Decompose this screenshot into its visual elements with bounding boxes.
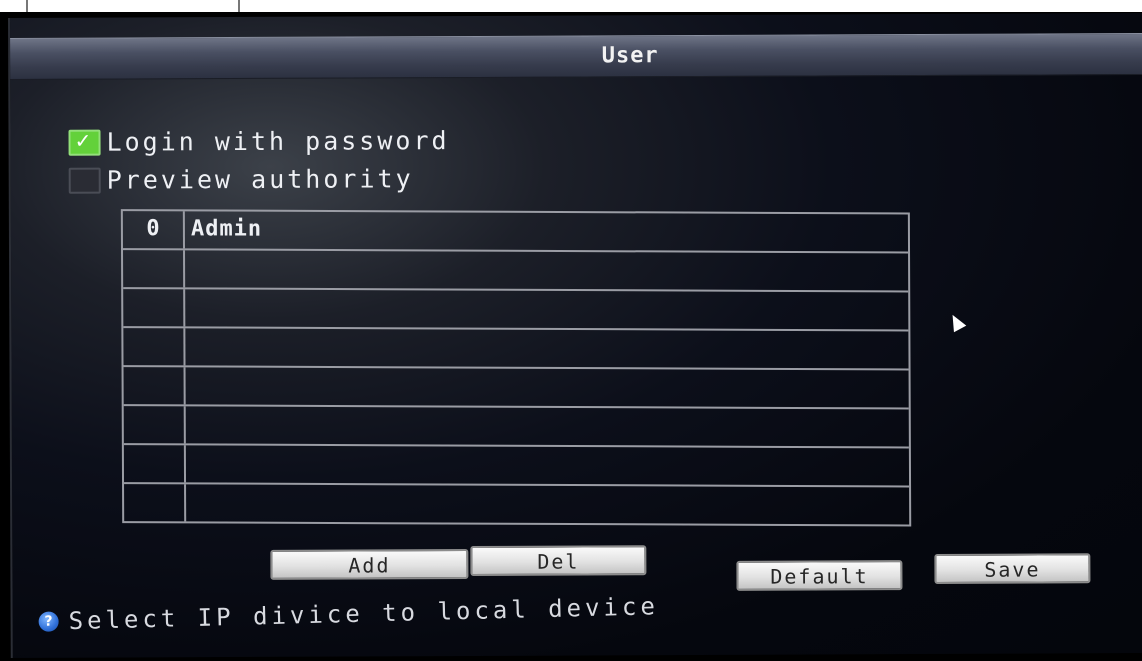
user-name-cell [186, 367, 909, 407]
preview-authority-option[interactable]: Preview authority [68, 164, 414, 195]
dvr-screen: User × ✓ Login with password Preview aut… [0, 12, 1142, 661]
user-index-cell [123, 445, 187, 483]
help-status-line: ? Select IP divice to local device [38, 592, 659, 636]
user-index-cell [123, 367, 186, 405]
user-window: User × ✓ Login with password Preview aut… [8, 13, 1142, 658]
save-button[interactable]: Save [934, 553, 1091, 584]
table-row[interactable] [123, 445, 910, 488]
user-name-cell [185, 250, 908, 290]
user-name-cell [185, 289, 908, 329]
help-icon: ? [38, 611, 59, 632]
user-name-cell: Admin [190, 216, 263, 242]
preview-authority-label: Preview authority [106, 164, 414, 195]
login-with-password-checkbox[interactable]: ✓ [68, 128, 101, 156]
user-list-table: 0 Admin [120, 209, 912, 527]
user-name-cell [186, 406, 909, 446]
user-index-cell [123, 250, 186, 288]
user-index-cell [123, 406, 186, 444]
default-button[interactable]: Default [736, 560, 903, 591]
delete-user-button[interactable]: Del [470, 545, 647, 576]
user-index-cell [123, 289, 186, 327]
title-bar: User × [10, 33, 1142, 80]
preview-authority-checkbox[interactable] [68, 167, 101, 194]
user-index-cell: 0 [122, 211, 186, 249]
check-mark-icon: ✓ [74, 128, 95, 153]
table-row[interactable] [123, 406, 909, 449]
table-row[interactable] [123, 250, 909, 293]
table-row[interactable] [123, 367, 909, 410]
user-index-cell [124, 484, 187, 522]
help-text: Select IP divice to local device [68, 592, 660, 636]
user-name-cell [186, 484, 909, 524]
table-row[interactable] [123, 328, 909, 371]
table-row[interactable] [124, 484, 909, 524]
window-title: User [601, 43, 659, 69]
mouse-cursor-icon [946, 311, 967, 333]
user-index-cell [123, 328, 186, 366]
user-name-cell [185, 328, 908, 368]
table-row[interactable]: 0 Admin [122, 211, 909, 254]
add-user-button[interactable]: Add [270, 548, 469, 580]
login-with-password-label: Login with password [106, 126, 450, 157]
table-row[interactable] [123, 289, 909, 332]
login-with-password-option[interactable]: ✓ Login with password [68, 126, 450, 157]
user-name-cell [186, 445, 909, 485]
